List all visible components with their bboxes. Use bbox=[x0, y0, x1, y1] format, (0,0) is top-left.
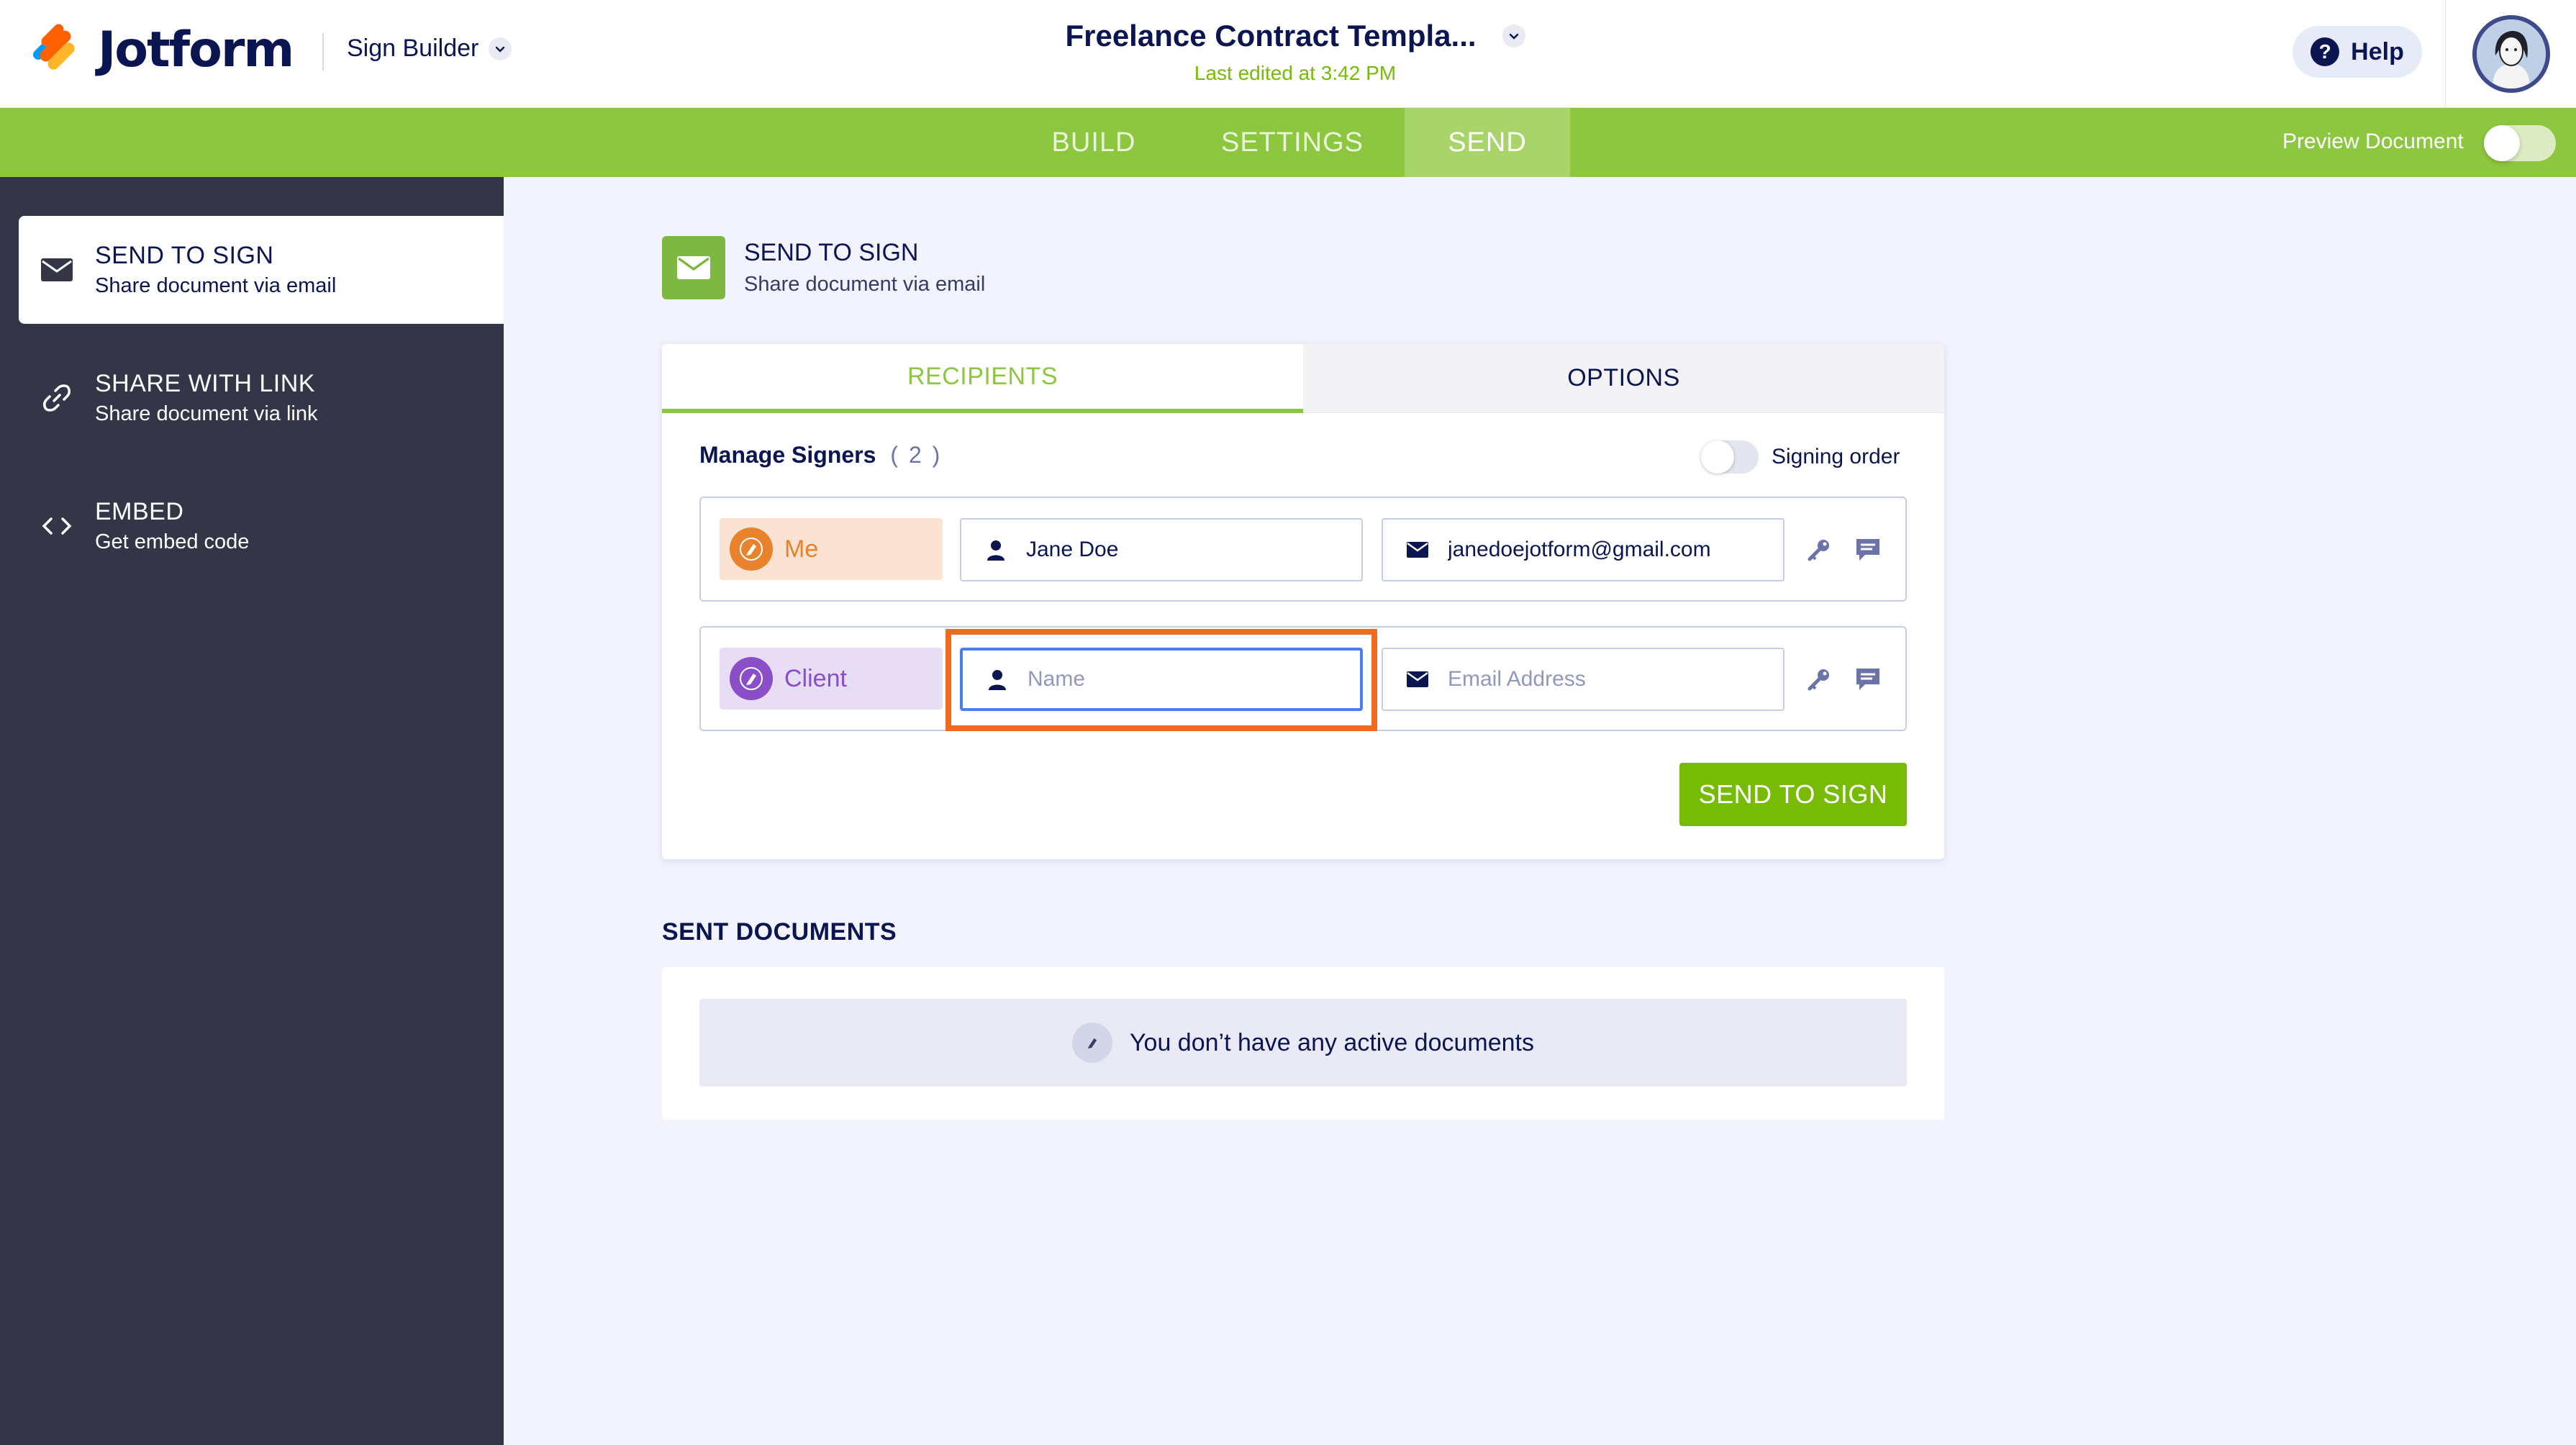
jotform-logo-icon bbox=[29, 22, 81, 76]
sidebar-item-desc: Share document via email bbox=[95, 274, 337, 297]
envelope-icon bbox=[1405, 541, 1430, 558]
document-title-area: Freelance Contract Templa... Last edited… bbox=[993, 19, 1597, 85]
sidebar-item-embed[interactable]: EMBED Get embed code bbox=[19, 472, 504, 580]
key-icon[interactable] bbox=[1803, 534, 1835, 566]
signer-email-input[interactable] bbox=[1448, 667, 1764, 692]
preview-document-label: Preview Document bbox=[2282, 130, 2464, 153]
section-header: SEND TO SIGN Share document via email bbox=[662, 236, 985, 299]
app-switcher[interactable]: Sign Builder bbox=[347, 35, 512, 63]
link-icon bbox=[19, 382, 95, 414]
tab-settings[interactable]: SETTINGS bbox=[1206, 108, 1379, 177]
sidebar-item-desc: Get embed code bbox=[95, 530, 250, 553]
tab-build[interactable]: BUILD bbox=[1023, 108, 1164, 177]
signer-name-field[interactable] bbox=[960, 518, 1363, 581]
signer-role-label: Me bbox=[784, 535, 819, 563]
sidebar-item-title: SEND TO SIGN bbox=[95, 242, 274, 269]
recipients-card: RECIPIENTS OPTIONS Manage Signers ( 2 ) S… bbox=[662, 344, 1944, 859]
message-icon[interactable] bbox=[1852, 663, 1884, 695]
empty-state: You don’t have any active documents bbox=[699, 999, 1907, 1087]
header-divider bbox=[322, 33, 324, 71]
signer-row-me: Me bbox=[699, 497, 1907, 602]
sidebar-item-desc: Share document via link bbox=[95, 402, 318, 425]
envelope-icon bbox=[1405, 671, 1430, 688]
jotform-logo[interactable]: Jotform bbox=[29, 22, 294, 78]
sent-documents-heading: SENT DOCUMENTS bbox=[662, 918, 897, 946]
key-icon[interactable] bbox=[1803, 663, 1835, 695]
section-title: SEND TO SIGN bbox=[744, 239, 919, 266]
user-icon bbox=[983, 539, 1009, 561]
chevron-down-icon[interactable] bbox=[1502, 24, 1525, 47]
section-description: Share document via email bbox=[744, 273, 986, 296]
signer-role-me[interactable]: Me bbox=[720, 518, 943, 580]
message-icon[interactable] bbox=[1852, 534, 1884, 566]
manage-signers-heading: Manage Signers ( 2 ) bbox=[699, 442, 942, 468]
signer-email-input[interactable] bbox=[1448, 538, 1764, 562]
signing-order-label: Signing order bbox=[1772, 445, 1900, 468]
app-name: Sign Builder bbox=[347, 35, 479, 62]
document-title-text: Freelance Contract Templa... bbox=[1065, 19, 1477, 53]
pen-icon bbox=[730, 527, 773, 571]
sidebar-item-send-to-sign[interactable]: SEND TO SIGN Share document via email bbox=[19, 216, 504, 324]
preview-document-toggle[interactable] bbox=[2484, 125, 2556, 161]
toggle-knob bbox=[2484, 125, 2520, 161]
send-to-sign-button[interactable]: SEND TO SIGN bbox=[1679, 763, 1907, 826]
pen-icon bbox=[1071, 1023, 1112, 1063]
pen-icon bbox=[730, 657, 773, 700]
signer-email-field[interactable] bbox=[1382, 648, 1784, 711]
avatar[interactable] bbox=[2472, 15, 2550, 93]
help-button[interactable]: ? Help bbox=[2292, 26, 2422, 78]
help-icon: ? bbox=[2310, 37, 2340, 66]
signer-role-label: Client bbox=[784, 664, 847, 692]
manage-signers-label: Manage Signers bbox=[699, 442, 876, 468]
logo-text: Jotform bbox=[98, 22, 294, 78]
last-edited-text: Last edited at 3:42 PM bbox=[1194, 62, 1397, 84]
top-header: Jotform Sign Builder Freelance Contract … bbox=[0, 0, 2576, 108]
envelope-icon bbox=[662, 236, 725, 299]
avatar-container bbox=[2445, 0, 2576, 108]
signer-role-client[interactable]: Client bbox=[720, 648, 943, 710]
tab-recipients[interactable]: RECIPIENTS bbox=[662, 344, 1303, 413]
sidebar-item-title: SHARE WITH LINK bbox=[95, 370, 315, 397]
empty-state-message: You don’t have any active documents bbox=[1129, 1028, 1534, 1056]
sent-documents-card: You don’t have any active documents bbox=[662, 967, 1944, 1120]
builder-nav: BUILD SETTINGS SEND Preview Document bbox=[0, 108, 2576, 177]
toggle-knob bbox=[1701, 440, 1734, 474]
chevron-down-icon bbox=[489, 37, 512, 60]
tab-send[interactable]: SEND bbox=[1405, 108, 1570, 177]
send-sidebar: SEND TO SIGN Share document via email SH… bbox=[0, 177, 504, 1445]
help-label: Help bbox=[2351, 37, 2404, 65]
sidebar-item-share-with-link[interactable]: SHARE WITH LINK Share document via link bbox=[19, 344, 504, 452]
code-icon bbox=[19, 515, 95, 538]
envelope-icon bbox=[19, 257, 95, 283]
tab-options[interactable]: OPTIONS bbox=[1303, 344, 1944, 413]
signer-name-input[interactable] bbox=[1026, 538, 1300, 562]
signer-email-field[interactable] bbox=[1382, 518, 1784, 581]
sidebar-item-title: EMBED bbox=[95, 498, 184, 525]
signer-count: ( 2 ) bbox=[890, 442, 943, 468]
annotation-highlight bbox=[945, 629, 1377, 731]
signing-order-toggle[interactable] bbox=[1701, 440, 1759, 474]
document-title[interactable]: Freelance Contract Templa... bbox=[1065, 19, 1525, 53]
